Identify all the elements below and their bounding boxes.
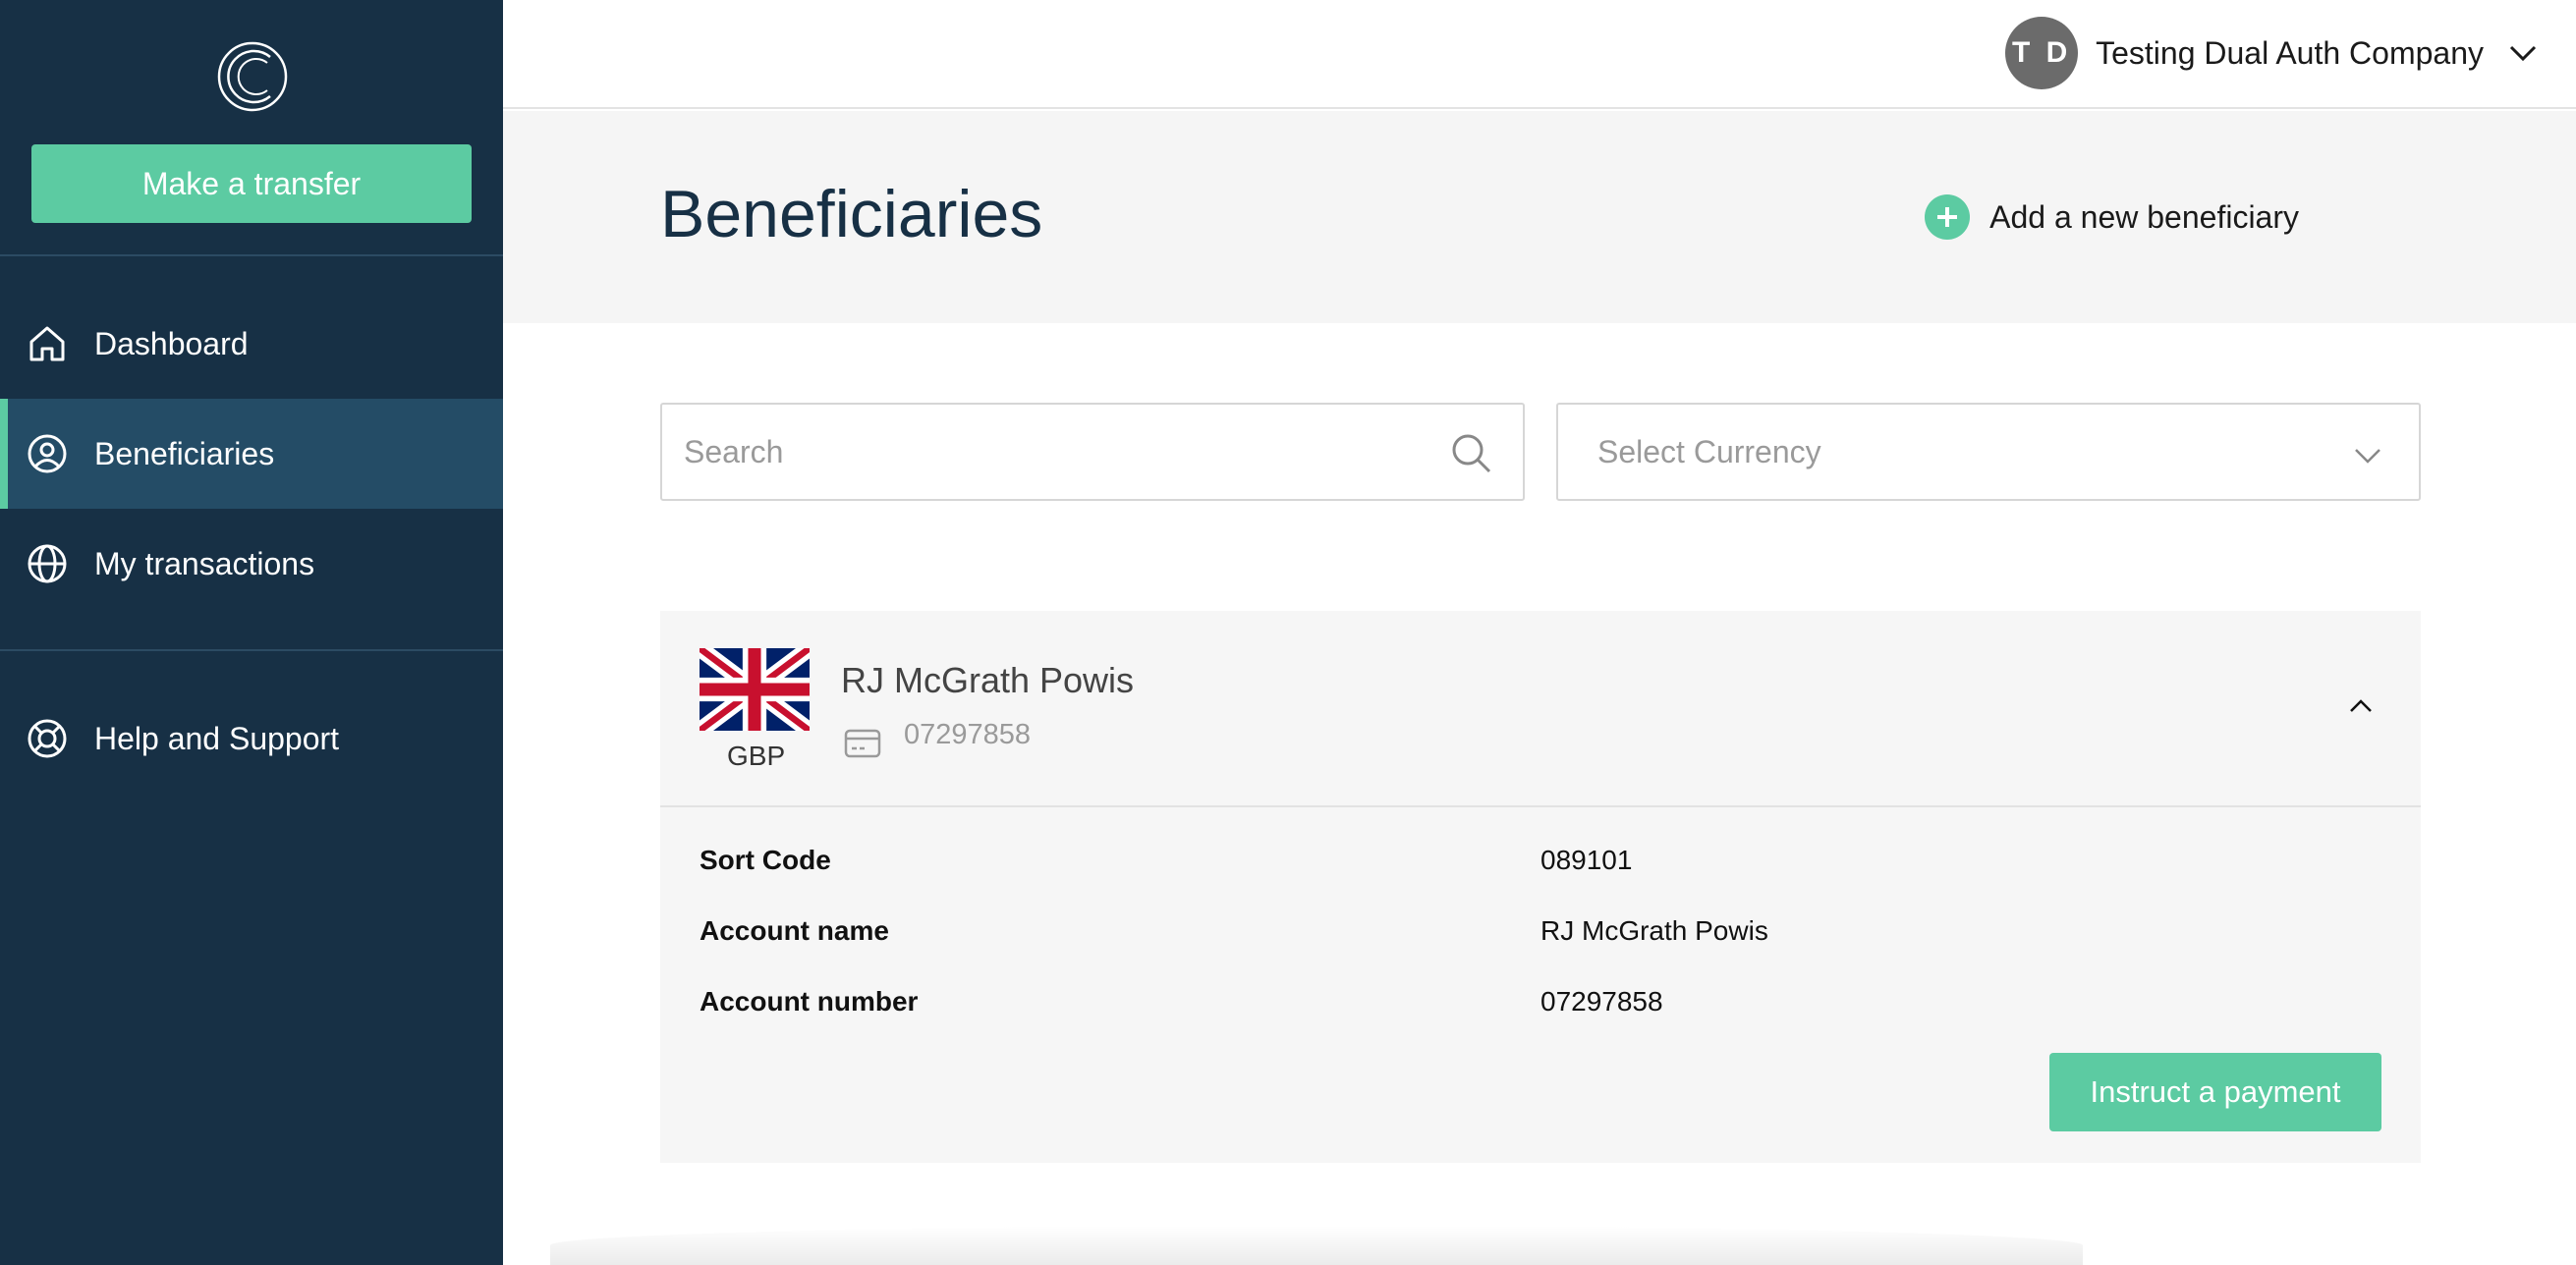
search-field [660, 403, 1525, 501]
search-icon[interactable] [1450, 432, 1493, 475]
sidebar-item-beneficiaries[interactable]: Beneficiaries [0, 399, 503, 509]
bottom-shadow [550, 1226, 2083, 1265]
plus-circle-icon [1925, 194, 1971, 240]
add-beneficiary-label: Add a new beneficiary [1989, 198, 2299, 235]
make-transfer-button[interactable]: Make a transfer [31, 144, 472, 223]
sidebar: Make a transfer Dashboard Beneficiaries … [0, 0, 503, 1265]
detail-row-account-number: Account number 07297858 [700, 986, 2381, 1025]
company-name: Testing Dual Auth Company [2096, 34, 2484, 71]
detail-row-account-name: Account name RJ McGrath Powis [700, 915, 2381, 955]
sidebar-item-dashboard[interactable]: Dashboard [0, 289, 503, 399]
sidebar-item-label: Dashboard [94, 325, 249, 361]
sidebar-divider [0, 254, 503, 256]
detail-label: Sort Code [700, 845, 831, 875]
sidebar-item-my-transactions[interactable]: My transactions [0, 509, 503, 619]
bank-card-icon [844, 729, 881, 758]
detail-label: Account number [700, 986, 919, 1017]
instruct-payment-button[interactable]: Instruct a payment [2049, 1053, 2381, 1131]
chevron-down-icon [2509, 45, 2537, 62]
currency-select[interactable]: Select Currency [1556, 403, 2421, 501]
currency-select-placeholder: Select Currency [1597, 434, 1821, 469]
detail-value: RJ McGrath Powis [1540, 915, 1768, 946]
lifebuoy-icon [28, 719, 67, 758]
chevron-up-icon[interactable] [2346, 691, 2376, 721]
page-header: Beneficiaries Add a new beneficiary [503, 111, 2576, 323]
home-icon [29, 326, 65, 361]
search-input[interactable] [684, 405, 1430, 499]
beneficiary-account-number: 07297858 [904, 719, 1032, 750]
sidebar-item-label: My transactions [94, 545, 315, 581]
app-logo[interactable] [216, 37, 289, 116]
detail-row-sort-code: Sort Code 089101 [700, 845, 2381, 884]
detail-value: 089101 [1540, 845, 1633, 875]
uk-flag-icon [700, 648, 810, 731]
top-bar: T D Testing Dual Auth Company [503, 0, 2576, 109]
currency-code: GBP [727, 741, 786, 771]
globe-icon [28, 544, 67, 583]
chevron-down-icon [2355, 449, 2380, 464]
avatar: T D [2005, 17, 2079, 89]
detail-label: Account name [700, 915, 889, 946]
sidebar-item-label: Beneficiaries [94, 435, 275, 471]
add-beneficiary-button[interactable]: Add a new beneficiary [1925, 194, 2299, 240]
sidebar-item-help-and-support[interactable]: Help and Support [0, 684, 503, 794]
page-title: Beneficiaries [660, 177, 1043, 251]
beneficiary-name: RJ McGrath Powis [841, 660, 1135, 700]
sidebar-item-label: Help and Support [94, 720, 340, 756]
sidebar-divider [0, 649, 503, 651]
beneficiary-card-header[interactable]: GBP RJ McGrath Powis 07297858 [660, 611, 2421, 807]
beneficiary-card: GBP RJ McGrath Powis 07297858 Sort Code … [660, 611, 2421, 1163]
user-circle-icon [28, 434, 67, 473]
account-switcher[interactable]: T D Testing Dual Auth Company [2005, 17, 2539, 89]
detail-value: 07297858 [1540, 986, 1663, 1017]
